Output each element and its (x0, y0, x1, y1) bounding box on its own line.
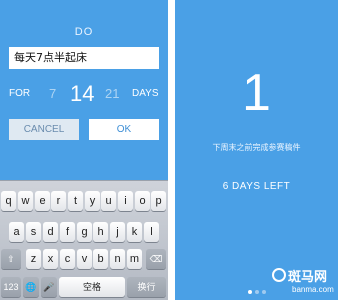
key-d[interactable]: d (43, 222, 58, 242)
key-t[interactable]: t (68, 191, 83, 211)
key-f[interactable]: f (60, 222, 75, 242)
key-y[interactable]: y (85, 191, 100, 211)
delete-key[interactable]: ⌫ (146, 249, 166, 269)
microphone-icon[interactable]: 🎤 (41, 277, 57, 297)
duration-picker: FOR 7 14 21 DAYS (0, 80, 168, 106)
key-s[interactable]: s (26, 222, 41, 242)
day-option-14-selected[interactable]: 14 (70, 81, 94, 107)
key-o[interactable]: o (135, 191, 150, 211)
cancel-button[interactable]: CANCEL (9, 119, 79, 140)
days-label: DAYS (132, 88, 159, 99)
key-a[interactable]: a (9, 222, 24, 242)
day-count: 1 (242, 64, 271, 122)
habit-progress-screen: 1 下周末之前完成参赛稿件 6 DAYS LEFT (175, 0, 338, 300)
watermark-text: 斑马网 (288, 270, 328, 285)
globe-icon[interactable]: 🌐 (23, 277, 39, 297)
key-h[interactable]: h (93, 222, 108, 242)
key-b[interactable]: b (93, 249, 108, 269)
screen-title: DO (74, 26, 94, 38)
task-input[interactable]: 每天7点半起床 (9, 47, 159, 69)
key-g[interactable]: g (77, 222, 92, 242)
key-n[interactable]: n (110, 249, 125, 269)
numbers-key[interactable]: 123 (1, 277, 21, 297)
key-p[interactable]: p (151, 191, 166, 211)
key-r[interactable]: r (51, 191, 66, 211)
key-i[interactable]: i (118, 191, 133, 211)
page-dot[interactable] (248, 290, 252, 294)
day-option-21[interactable]: 21 (105, 86, 119, 101)
key-e[interactable]: e (35, 191, 50, 211)
key-u[interactable]: u (101, 191, 116, 211)
space-key[interactable]: 空格 (59, 277, 125, 297)
key-v[interactable]: v (77, 249, 92, 269)
key-l[interactable]: l (144, 222, 159, 242)
watermark-logo-icon (272, 268, 286, 282)
key-m[interactable]: m (127, 249, 142, 269)
key-c[interactable]: c (60, 249, 75, 269)
key-x[interactable]: x (43, 249, 58, 269)
days-left-label: 6 DAYS LEFT (222, 181, 291, 192)
return-key[interactable]: 换行 (127, 277, 166, 297)
page-dot[interactable] (255, 290, 259, 294)
key-k[interactable]: k (127, 222, 142, 242)
key-q[interactable]: q (1, 191, 16, 211)
watermark: 斑马网 banma.com (272, 266, 336, 300)
key-j[interactable]: j (110, 222, 125, 242)
key-w[interactable]: w (18, 191, 33, 211)
for-label: FOR (9, 88, 31, 99)
keyboard: q w e r t y u i o p a s d f g h j k l ⇧ … (0, 180, 168, 300)
ok-button[interactable]: OK (89, 119, 159, 140)
create-habit-screen: DO 每天7点半起床 FOR 7 14 21 DAYS CANCEL OK q … (0, 0, 168, 300)
day-option-7[interactable]: 7 (49, 86, 56, 101)
page-dot[interactable] (262, 290, 266, 294)
shift-key[interactable]: ⇧ (1, 249, 21, 269)
key-z[interactable]: z (26, 249, 41, 269)
goal-text: 下周末之前完成参赛稿件 (212, 143, 301, 152)
watermark-url: banma.com (292, 285, 334, 294)
